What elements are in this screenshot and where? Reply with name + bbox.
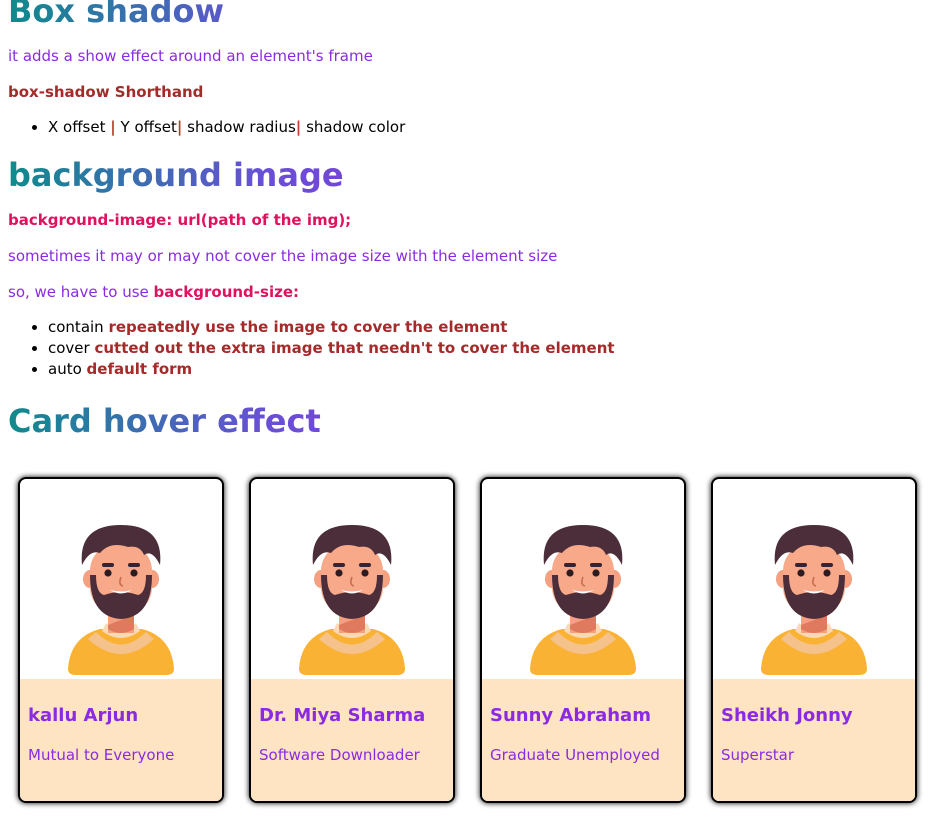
card-role: Superstar <box>721 745 795 764</box>
card-image <box>713 479 915 679</box>
background-size-intro: so, we have to use background-size: <box>8 283 942 301</box>
background-image-note: sometimes it may or may not cover the im… <box>8 247 558 266</box>
profile-card[interactable]: Sheikh Jonny Superstar <box>711 476 917 803</box>
card-name: Sunny Abraham <box>490 704 651 726</box>
avatar-icon <box>297 519 407 679</box>
background-image-heading: background image <box>8 157 942 193</box>
avatar-icon <box>528 519 638 679</box>
profile-card[interactable]: Sunny Abraham Graduate Unemployed <box>480 476 686 803</box>
background-size-code: background-size: <box>153 283 299 302</box>
background-size-options: contain repeatedly use the image to cove… <box>8 317 942 380</box>
card-image <box>20 479 222 679</box>
profile-card[interactable]: kallu Arjun Mutual to Everyone <box>18 476 224 803</box>
background-image-code: background-image: url(path of the img); <box>8 211 352 230</box>
option-desc: cutted out the extra image that needn't … <box>94 339 615 358</box>
box-shadow-shorthand-label: box-shadow Shorthand <box>8 83 204 102</box>
card-name: Dr. Miya Sharma <box>259 704 426 726</box>
syntax-shadow-color: shadow color <box>306 118 406 137</box>
separator: | <box>176 118 183 137</box>
card-hover-heading: Card hover effect <box>8 404 942 439</box>
box-shadow-heading: Box shadow <box>8 0 942 29</box>
syntax-shadow-radius: shadow radius <box>187 118 296 137</box>
background-size-option: auto default form <box>48 359 942 380</box>
box-shadow-syntax-list: X offset | Y offset| shadow radius| shad… <box>8 117 942 138</box>
card-info: Dr. Miya Sharma Software Downloader <box>251 678 453 801</box>
card-role: Mutual to Everyone <box>28 745 175 764</box>
avatar-icon <box>66 519 176 679</box>
card-info: kallu Arjun Mutual to Everyone <box>20 678 222 801</box>
card-info: Sheikh Jonny Superstar <box>713 678 915 801</box>
card-image <box>482 479 684 679</box>
background-size-option: cover cutted out the extra image that ne… <box>48 338 942 359</box>
option-term: cover <box>48 339 90 358</box>
card-role: Software Downloader <box>259 745 420 764</box>
option-desc: default form <box>86 360 193 379</box>
box-shadow-syntax-item: X offset | Y offset| shadow radius| shad… <box>48 117 942 138</box>
option-term: auto <box>48 360 82 379</box>
card-name: kallu Arjun <box>28 704 139 726</box>
card-info: Sunny Abraham Graduate Unemployed <box>482 678 684 801</box>
card-name: Sheikh Jonny <box>721 704 853 726</box>
card-role: Graduate Unemployed <box>490 745 660 764</box>
option-desc: repeatedly use the image to cover the el… <box>108 318 508 337</box>
card-list: kallu Arjun Mutual to Everyone Dr. Miya … <box>8 476 942 803</box>
background-size-intro-text: so, we have to use <box>8 283 149 302</box>
box-shadow-description: it adds a show effect around an element'… <box>8 47 373 66</box>
page: Box shadow it adds a show effect around … <box>0 0 950 803</box>
separator: | <box>110 118 116 137</box>
syntax-y-offset: Y offset <box>120 118 177 137</box>
background-size-option: contain repeatedly use the image to cove… <box>48 317 942 338</box>
option-term: contain <box>48 318 104 337</box>
syntax-x-offset: X offset <box>48 118 106 137</box>
card-image <box>251 479 453 679</box>
avatar-icon <box>759 519 869 679</box>
separator: | <box>295 118 302 137</box>
profile-card[interactable]: Dr. Miya Sharma Software Downloader <box>249 476 455 803</box>
